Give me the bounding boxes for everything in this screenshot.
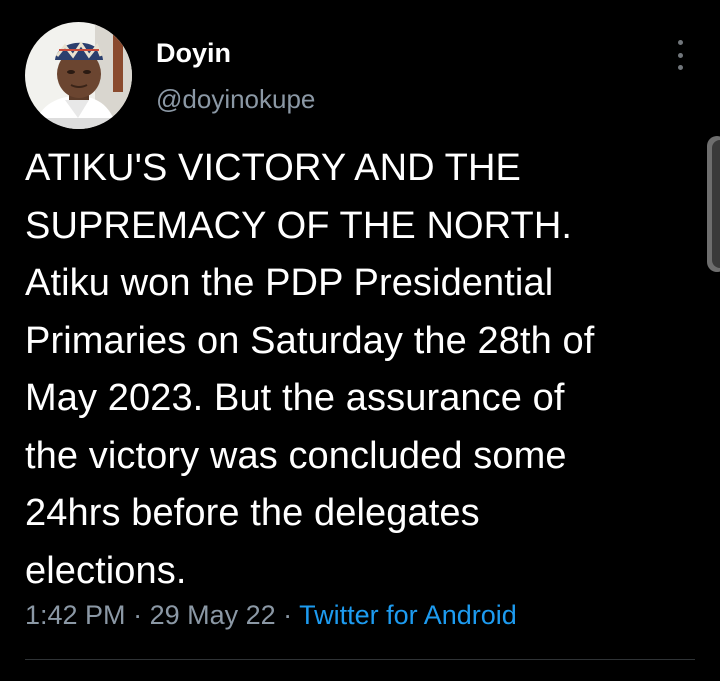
tweet-source-link[interactable]: Twitter for Android [299, 600, 517, 630]
avatar-photo [25, 22, 132, 129]
more-vertical-icon-dot-3 [677, 65, 683, 70]
divider [25, 659, 695, 660]
author-display-name[interactable]: Doyin [156, 38, 231, 69]
tweet-detail: Doyin @doyinokupe ATIKU'S VICTORY AND TH… [0, 0, 720, 681]
more-options-button[interactable] [668, 40, 692, 70]
tweet-time[interactable]: 1:42 PM [25, 600, 126, 630]
meta-separator: · [125, 600, 150, 630]
more-vertical-icon [677, 40, 683, 45]
more-vertical-icon-dot-2 [677, 52, 683, 58]
avatar[interactable] [25, 22, 132, 129]
tweet-text: ATIKU'S VICTORY AND THE SUPREMACY OF THE… [25, 147, 595, 592]
tweet-metadata: 1:42 PM · 29 May 22 · Twitter for Androi… [25, 600, 517, 631]
scrollbar-handle-inner [712, 140, 720, 268]
author-handle[interactable]: @doyinokupe [156, 84, 315, 115]
meta-separator-2: · [275, 600, 300, 630]
tweet-date[interactable]: 29 May 22 [150, 600, 276, 630]
